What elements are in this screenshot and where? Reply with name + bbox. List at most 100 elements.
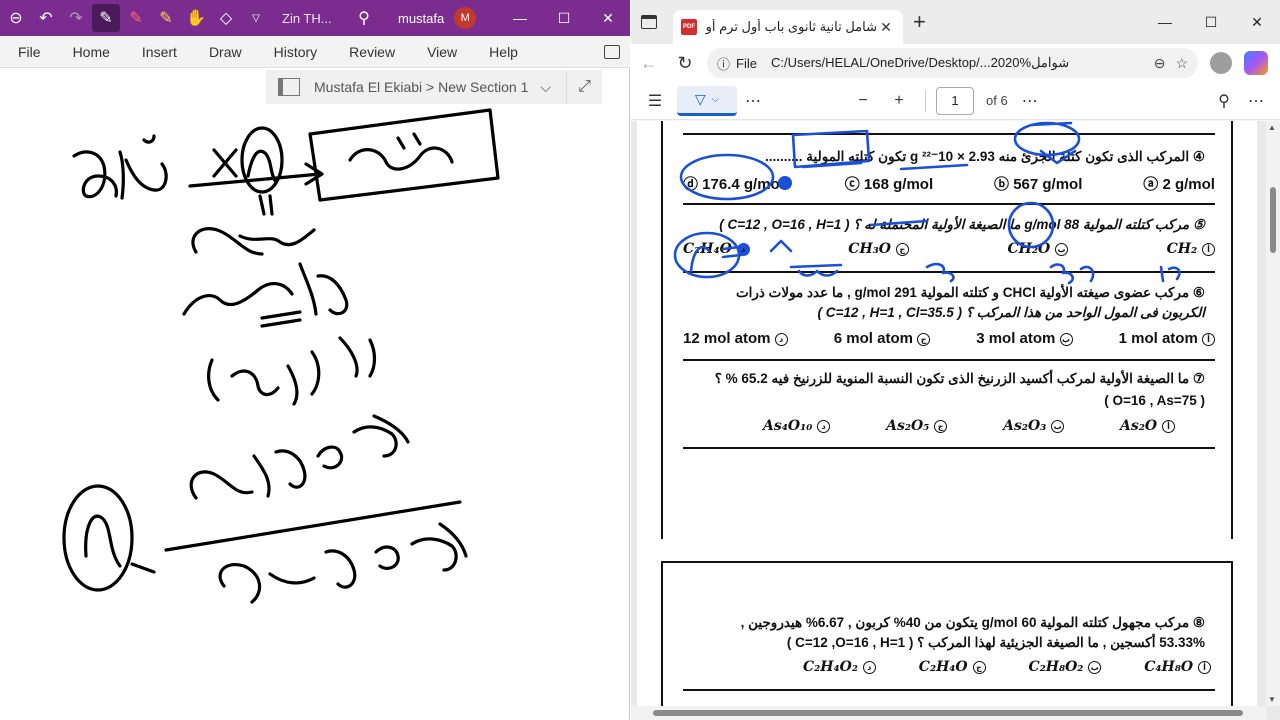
scroll-down-icon[interactable]: ▼ (1268, 695, 1276, 704)
close-icon[interactable]: ✕ (586, 0, 630, 36)
option: C₂H₈O₂ ب (1028, 659, 1102, 675)
pdf-toolbar: ☰ ▽ ⌵ ⋯ − + 1 of 6 ⋯ ⚲ ⋯ (631, 82, 1280, 120)
tab-pdf[interactable]: PDF شامل تانية ثانوى باب أول ترم أول.pdf… (673, 10, 903, 44)
tab-history[interactable]: History (258, 36, 334, 68)
zoom-in-icon[interactable]: + (883, 92, 915, 110)
edge-window: PDF شامل تانية ثانوى باب أول ترم أول.pdf… (631, 0, 1280, 720)
option: C₂H₄O د (683, 241, 750, 257)
avatar[interactable]: M (454, 7, 477, 29)
option: ⓐ 2 g/mol (1143, 176, 1215, 193)
option-letter: د (817, 419, 831, 433)
tab-insert[interactable]: Insert (126, 36, 193, 68)
address-bar-row: ← ↻ ⓘ File C:/Users/HELAL/OneDrive/Deskt… (631, 44, 1280, 82)
close-icon[interactable]: ✕ (1234, 0, 1280, 44)
tab-review[interactable]: Review (333, 36, 411, 68)
chevron-down-icon: ⌵ (711, 93, 720, 105)
pdf-viewport[interactable]: ④ المركب الذى تكون كتلة الجزئ منه 2.93 ×… (631, 121, 1280, 720)
pen-black-icon[interactable]: ✎ (92, 4, 120, 32)
tab-draw[interactable]: Draw (193, 36, 258, 68)
formula: CH₂O (1007, 241, 1051, 257)
option: CH₂O ب (1007, 241, 1069, 257)
minimize-icon[interactable]: — (1142, 0, 1188, 44)
breadcrumb[interactable]: Mustafa El Ekiabi > New Section 1 ⌵ (266, 70, 566, 104)
expand-icon[interactable]: ⤢ (566, 70, 602, 104)
separator (683, 271, 1215, 273)
copilot-icon[interactable] (1244, 51, 1268, 75)
formula: As₂O (1120, 418, 1158, 434)
option: 6 mol atom ج (834, 330, 931, 347)
option: 1 mol atom أ (1119, 330, 1215, 347)
divider (925, 89, 926, 112)
search-icon[interactable]: ⚲ (1208, 91, 1240, 111)
horizontal-scrollbar[interactable] (631, 706, 1266, 720)
info-icon[interactable]: ⓘ (717, 54, 730, 73)
option: C₄H₈O أ (1144, 659, 1211, 675)
option-letter: أ (1201, 332, 1215, 346)
search-icon[interactable]: ⚲ (350, 8, 378, 28)
new-tab-icon[interactable]: + (913, 9, 926, 35)
contents-icon[interactable]: ☰ (639, 91, 671, 111)
pen-icon: ▽ (694, 90, 706, 107)
page-total: of 6 (986, 93, 1008, 108)
option: As₂O₅ ج (886, 418, 948, 434)
settings-more-icon[interactable]: ⋯ (1240, 91, 1272, 111)
draw-button[interactable]: ▽ ⌵ (677, 85, 737, 116)
tab-actions-icon[interactable] (641, 15, 657, 29)
formula: CH₂ (1166, 241, 1198, 257)
window-title: Zin TH... (282, 10, 332, 26)
option-letter: ب (1059, 332, 1073, 346)
chevron-down-icon[interactable]: ⌵ (540, 79, 551, 96)
user-name: mustafa (398, 10, 445, 26)
option-letter: أ (1162, 419, 1175, 433)
hand-icon[interactable]: ✋ (182, 4, 210, 32)
customize-dropdown-icon[interactable]: ▽ (242, 4, 270, 32)
tab-home[interactable]: Home (57, 36, 126, 68)
more-options-icon[interactable]: ⋯ (1014, 91, 1046, 111)
option-letter: ج (934, 419, 948, 433)
edge-tabbar: PDF شامل تانية ثانوى باب أول ترم أول.pdf… (631, 0, 1280, 44)
highlighter-icon[interactable]: ✎ (152, 4, 180, 32)
pdf-file-icon: PDF (681, 19, 697, 35)
page-number-input[interactable]: 1 (936, 86, 974, 115)
question-5: ⑤ مركب كتلته المولية 88 g/mol ما الصيغة … (719, 217, 1205, 232)
profile-icon[interactable] (1210, 52, 1232, 74)
maximize-icon[interactable]: ☐ (1188, 0, 1234, 44)
address-bar[interactable]: ⓘ File C:/Users/HELAL/OneDrive/Desktop/.… (707, 48, 1198, 78)
tab-help[interactable]: Help (473, 36, 534, 68)
redo-icon[interactable]: ↷ (62, 4, 90, 32)
minimize-icon[interactable]: — (498, 0, 542, 36)
question-8-line1: ⑧ مركب مجهول كتلته المولية 60 g/mol يتكو… (740, 615, 1205, 630)
zoom-out-icon[interactable]: − (847, 92, 879, 110)
tab-file[interactable]: File (0, 36, 57, 68)
scroll-thumb[interactable] (1270, 187, 1276, 253)
page-list-icon[interactable] (278, 78, 300, 96)
formula: C₂H₄O₂ (803, 659, 858, 675)
tab-view[interactable]: View (411, 36, 473, 68)
formula: C₂H₈O₂ (1028, 659, 1084, 675)
option-letter: ب (1051, 419, 1065, 433)
undo-icon[interactable]: ↶ (32, 4, 60, 32)
more-tools-icon[interactable]: ⋯ (737, 91, 769, 111)
option-letter: ج (895, 242, 909, 256)
scroll-up-icon[interactable]: ▲ (1268, 123, 1276, 132)
panel-toggle-icon[interactable] (604, 44, 620, 59)
option-letter: أ (1197, 660, 1211, 674)
handwriting-ink (62, 108, 500, 604)
zoom-icon[interactable]: ⊖ (1154, 55, 1166, 72)
back-icon[interactable]: ⊖ (2, 4, 30, 32)
option-text: 3 mol atom (976, 330, 1056, 347)
refresh-icon[interactable]: ↻ (667, 53, 703, 74)
formula: As₄O₁₀ (763, 418, 813, 434)
option: ⓑ 567 g/mol (994, 176, 1083, 193)
star-icon[interactable]: ☆ (1175, 55, 1188, 72)
vertical-scrollbar[interactable]: ▲ ▼ (1266, 121, 1280, 706)
back-arrow-icon[interactable]: ← (631, 53, 667, 74)
scroll-thumb[interactable] (653, 710, 1243, 716)
option-letter: ج (917, 332, 931, 346)
option-letter: ج (972, 660, 986, 674)
tab-close-icon[interactable]: ✕ (877, 19, 895, 36)
pen-red-icon[interactable]: ✎ (122, 4, 150, 32)
maximize-icon[interactable]: ☐ (542, 0, 586, 36)
note-canvas[interactable] (0, 104, 630, 720)
eraser-icon[interactable]: ◇ (212, 4, 240, 32)
